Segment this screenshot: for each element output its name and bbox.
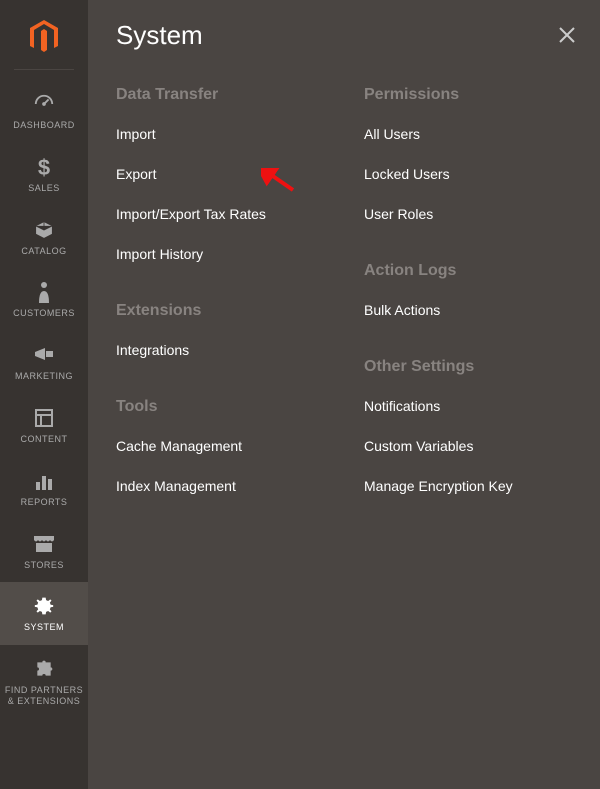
link-user-roles[interactable]: User Roles: [364, 206, 572, 222]
box-icon: [34, 218, 54, 242]
nav-sales[interactable]: $ SALES: [0, 143, 88, 206]
link-import-export-tax-rates[interactable]: Import/Export Tax Rates: [116, 206, 324, 222]
close-icon: [558, 26, 576, 44]
nav-label: CONTENT: [17, 434, 72, 445]
dollar-icon: $: [36, 155, 52, 179]
nav-customers[interactable]: CUSTOMERS: [0, 268, 88, 331]
nav-marketing[interactable]: MARKETING: [0, 331, 88, 394]
link-manage-encryption-key[interactable]: Manage Encryption Key: [364, 478, 572, 494]
nav-system[interactable]: SYSTEM: [0, 582, 88, 645]
link-export[interactable]: Export: [116, 166, 324, 182]
link-index-management[interactable]: Index Management: [116, 478, 324, 494]
section-heading: Permissions: [364, 86, 572, 104]
close-button[interactable]: [558, 26, 576, 50]
nav-label: CUSTOMERS: [9, 308, 79, 319]
link-import-history[interactable]: Import History: [116, 246, 324, 262]
megaphone-icon: [33, 343, 55, 367]
panel-title: System: [116, 20, 572, 51]
link-custom-variables[interactable]: Custom Variables: [364, 438, 572, 454]
nav-label: DASHBOARD: [9, 120, 79, 131]
link-cache-management[interactable]: Cache Management: [116, 438, 324, 454]
link-notifications[interactable]: Notifications: [364, 398, 572, 414]
section-heading: Action Logs: [364, 262, 572, 280]
nav-label: SALES: [24, 183, 64, 194]
dashboard-icon: [33, 92, 55, 116]
magento-logo[interactable]: [14, 10, 74, 70]
magento-logo-icon: [29, 20, 59, 54]
section-tools: Tools Cache Management Index Management: [116, 398, 324, 494]
section-data-transfer: Data Transfer Import Export Import/Expor…: [116, 86, 324, 262]
section-extensions: Extensions Integrations: [116, 302, 324, 358]
nav-catalog[interactable]: CATALOG: [0, 206, 88, 269]
nav-label: CATALOG: [17, 246, 70, 257]
admin-sidebar: DASHBOARD $ SALES CATALOG CUSTOMERS MARK…: [0, 0, 88, 789]
section-heading: Extensions: [116, 302, 324, 320]
section-heading: Other Settings: [364, 358, 572, 376]
person-icon: [37, 280, 51, 304]
section-permissions: Permissions All Users Locked Users User …: [364, 86, 572, 222]
nav-label: FIND PARTNERS & EXTENSIONS: [0, 685, 88, 707]
section-heading: Tools: [116, 398, 324, 416]
system-submenu-panel: System Data Transfer Import Export Impor…: [88, 0, 600, 789]
link-locked-users[interactable]: Locked Users: [364, 166, 572, 182]
nav-content[interactable]: CONTENT: [0, 394, 88, 457]
layout-icon: [35, 406, 53, 430]
submenu-columns: Data Transfer Import Export Import/Expor…: [116, 86, 572, 534]
submenu-col-right: Permissions All Users Locked Users User …: [364, 86, 572, 534]
section-heading: Data Transfer: [116, 86, 324, 104]
nav-find-partners[interactable]: FIND PARTNERS & EXTENSIONS: [0, 645, 88, 719]
nav-reports[interactable]: REPORTS: [0, 457, 88, 520]
puzzle-icon: [34, 657, 54, 681]
svg-text:$: $: [38, 155, 50, 179]
section-action-logs: Action Logs Bulk Actions: [364, 262, 572, 318]
nav-label: STORES: [20, 560, 68, 571]
gear-icon: [34, 594, 54, 618]
nav-label: REPORTS: [17, 497, 72, 508]
link-bulk-actions[interactable]: Bulk Actions: [364, 302, 572, 318]
nav-stores[interactable]: STORES: [0, 520, 88, 583]
nav-dashboard[interactable]: DASHBOARD: [0, 80, 88, 143]
storefront-icon: [33, 532, 55, 556]
section-other-settings: Other Settings Notifications Custom Vari…: [364, 358, 572, 494]
link-integrations[interactable]: Integrations: [116, 342, 324, 358]
submenu-col-left: Data Transfer Import Export Import/Expor…: [116, 86, 324, 534]
nav-label: SYSTEM: [20, 622, 68, 633]
link-all-users[interactable]: All Users: [364, 126, 572, 142]
link-import[interactable]: Import: [116, 126, 324, 142]
chart-bar-icon: [35, 469, 53, 493]
nav-label: MARKETING: [11, 371, 77, 382]
